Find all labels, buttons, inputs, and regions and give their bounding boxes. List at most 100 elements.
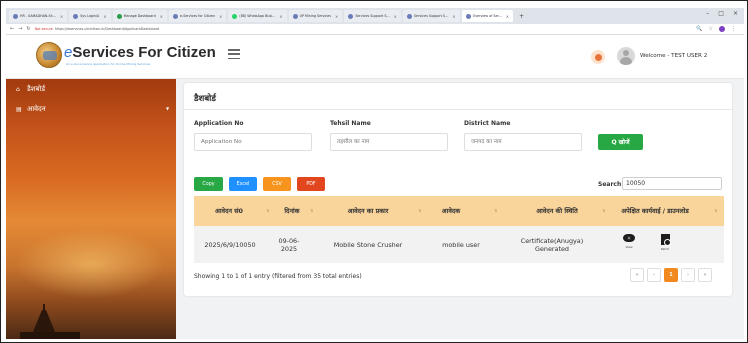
tab-close-icon[interactable]: × xyxy=(394,14,397,19)
star-icon[interactable]: ☆ xyxy=(709,26,713,32)
sort-icon[interactable]: ⇅ xyxy=(602,208,605,213)
prev-page-button[interactable]: ‹ xyxy=(647,268,661,282)
minimize-icon[interactable]: – xyxy=(706,10,709,17)
not-secure-label: Not secure xyxy=(34,27,53,31)
tab-label: e-Services for Citizen xyxy=(180,14,216,18)
tab-close-icon[interactable]: × xyxy=(335,14,338,19)
column-header[interactable]: आवेदन का प्रकार xyxy=(318,196,418,226)
sort-icon[interactable]: ⇅ xyxy=(266,208,269,213)
logo-icon xyxy=(36,42,62,68)
tab-label: (88) WhatsApp Busi... xyxy=(239,14,276,18)
notification-icon[interactable] xyxy=(591,50,605,64)
column-header[interactable]: आवेदन सं0 xyxy=(194,196,264,226)
tehsil-label: Tehsil Name xyxy=(330,120,371,127)
tab-close-icon[interactable]: × xyxy=(506,14,509,19)
zoom-icon[interactable]: 🔍 xyxy=(696,26,702,32)
divider xyxy=(184,109,732,110)
sort-icon[interactable]: ⇅ xyxy=(310,208,313,213)
patch-action[interactable]: Patch xyxy=(654,234,676,251)
first-page-button[interactable]: « xyxy=(630,268,644,282)
last-page-button[interactable]: » xyxy=(698,268,712,282)
pdf-button[interactable]: PDF xyxy=(297,177,325,191)
sidebar-item-label: आवेदन xyxy=(27,105,46,113)
tab-favicon-icon xyxy=(232,13,238,19)
url-field[interactable]: Not secure https://eservices.uknidhan.in… xyxy=(35,27,693,31)
welcome-user[interactable]: Welcome - TEST USER 2 xyxy=(640,53,707,59)
cell-status: Certificate(Anugya) Generated xyxy=(520,236,584,253)
sort-icon[interactable]: ⇅ xyxy=(494,208,497,213)
table-row: 2025/6/9/10050 09-06-2025 Mobile Stone C… xyxy=(194,226,724,263)
tab-label: HR - SAMADHAN-Sh... xyxy=(20,14,56,18)
close-window-icon[interactable]: × xyxy=(733,10,738,17)
patch-label: Patch xyxy=(660,247,670,251)
hamburger-menu-icon[interactable] xyxy=(228,49,240,59)
tab-label: Services Support S... xyxy=(355,14,390,18)
application-no-input[interactable] xyxy=(194,133,312,151)
main-content: डैशबोर्ड Application No Tehsil Name Dist… xyxy=(176,79,744,339)
copy-button[interactable]: Copy xyxy=(194,177,223,191)
sidebar-item-dashboard[interactable]: ⌂ डैशबोर्ड xyxy=(16,85,45,94)
tab-label: Manage Dashboard xyxy=(123,14,156,18)
profile-icon[interactable] xyxy=(719,26,725,32)
eye-icon xyxy=(623,234,635,242)
sunset-glow xyxy=(16,229,166,299)
avatar[interactable] xyxy=(617,47,635,65)
file-icon xyxy=(660,234,671,246)
browser-tab-bar: HR - SAMADHAN-Sh... × Sys Login/A × Manage… xyxy=(6,8,744,24)
window-controls: – □ × xyxy=(706,10,738,17)
csv-button[interactable]: CSV xyxy=(263,177,291,191)
column-header[interactable]: आवेदन की स्थिति xyxy=(502,196,612,226)
district-input[interactable] xyxy=(464,133,582,151)
view-action[interactable]: View xyxy=(618,234,640,249)
table-search-input[interactable]: 10050 xyxy=(622,177,722,190)
browser-tab-active[interactable]: Overview of Ser... × xyxy=(461,10,514,22)
browser-tab[interactable]: Services Support S... × xyxy=(344,10,401,22)
brand-name: Services For Citizen xyxy=(72,44,216,61)
tab-close-icon[interactable]: × xyxy=(279,14,282,19)
tehsil-input[interactable] xyxy=(330,133,448,151)
address-bar-actions: 🔍 ☆ ⋮ xyxy=(696,26,736,32)
page-1-button[interactable]: 1 xyxy=(664,268,678,282)
browser-tab[interactable]: UP Mining Services × xyxy=(288,10,343,22)
sidebar-item-application[interactable]: ▤ आवेदन ▼ xyxy=(16,105,176,114)
cell-date: 09-06-2025 xyxy=(278,236,300,253)
browser-tab[interactable]: Manage Dashboard × xyxy=(112,10,168,22)
sidebar-item-label: डैशबोर्ड xyxy=(27,85,46,93)
pagination: « ‹ 1 › » xyxy=(630,268,712,282)
tab-favicon-icon xyxy=(406,13,412,19)
back-icon[interactable]: ← xyxy=(10,26,14,32)
browser-tab[interactable]: Sys Login/A × xyxy=(69,10,111,22)
table-header: आवेदन सं0 ⇅ दिनांक ⇅ आवेदन का प्रकार ⇅ आ… xyxy=(194,196,724,226)
column-header[interactable]: आवेदक xyxy=(426,196,476,226)
tab-label: UP Mining Services xyxy=(299,14,331,18)
browser-tab[interactable]: HR - SAMADHAN-Sh... × xyxy=(9,10,68,22)
url-text: https://eservices.uknidhan.in/Dashboard/… xyxy=(55,27,160,31)
tab-favicon-icon xyxy=(73,13,79,19)
tab-close-icon[interactable]: × xyxy=(103,14,106,19)
tab-close-icon[interactable]: × xyxy=(60,14,63,19)
address-bar: ← → ↻ Not secure https://eservices.uknid… xyxy=(6,24,744,35)
column-header[interactable]: दिनांक xyxy=(272,196,312,226)
tab-close-icon[interactable]: × xyxy=(219,14,222,19)
browser-tab[interactable]: (88) WhatsApp Busi... × xyxy=(228,10,287,22)
caret-down-icon: ▼ xyxy=(166,106,170,111)
next-page-button[interactable]: › xyxy=(681,268,695,282)
excel-button[interactable]: Excel xyxy=(229,177,257,191)
brand-title[interactable]: eServices For Citizen xyxy=(64,44,216,61)
reload-icon[interactable]: ↻ xyxy=(26,26,30,32)
tab-close-icon[interactable]: × xyxy=(160,14,163,19)
column-header[interactable]: अपेक्षित कार्यवाई / डाउनलोड xyxy=(610,196,700,226)
sort-icon[interactable]: ⇅ xyxy=(418,208,421,213)
tab-close-icon[interactable]: × xyxy=(452,14,455,19)
new-tab-icon[interactable]: + xyxy=(519,13,524,20)
sort-icon[interactable]: ⇅ xyxy=(714,208,717,213)
search-button[interactable]: Q खोजें xyxy=(598,134,643,150)
browser-tab[interactable]: Services Support S... × xyxy=(402,10,460,22)
forward-icon[interactable]: → xyxy=(18,26,22,32)
tab-label: Sys Login/A xyxy=(80,14,100,18)
browser-tab[interactable]: e-Services for Citizen × xyxy=(169,10,227,22)
page-title: डैशबोर्ड xyxy=(194,94,216,104)
district-label: District Name xyxy=(464,120,511,127)
maximize-icon[interactable]: □ xyxy=(718,10,724,17)
menu-dots-icon[interactable]: ⋮ xyxy=(731,26,736,32)
